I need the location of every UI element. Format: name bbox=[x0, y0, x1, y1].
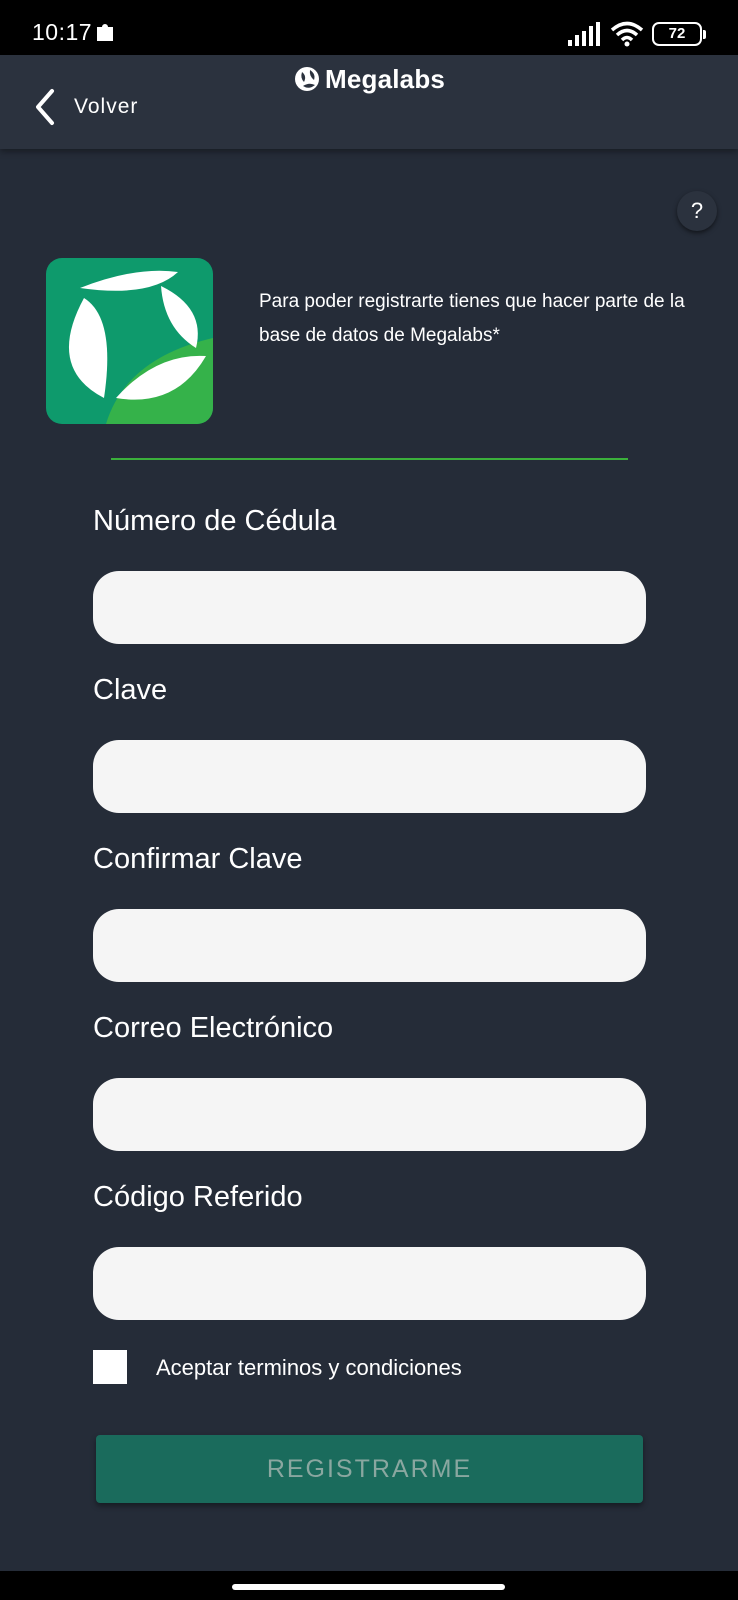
brand-logo: Megalabs bbox=[294, 59, 445, 99]
confirmar-clave-input[interactable] bbox=[93, 909, 646, 982]
back-label: Volver bbox=[74, 95, 139, 118]
megalabs-app-logo bbox=[46, 258, 213, 424]
terms-label: Aceptar terminos y condiciones bbox=[156, 1355, 462, 1380]
app-header: Volver Megalabs bbox=[0, 55, 738, 149]
clave-input[interactable] bbox=[93, 740, 646, 813]
intro-text: Para poder registrarte tienes que hacer … bbox=[259, 291, 685, 346]
correo-label: Correo Electrónico bbox=[93, 1012, 334, 1044]
brand-name: Megalabs bbox=[325, 63, 446, 94]
register-button[interactable]: REGISTRARME bbox=[96, 1435, 643, 1503]
codigo-referido-input[interactable] bbox=[93, 1247, 646, 1320]
correo-input[interactable] bbox=[93, 1078, 646, 1151]
status-time: 10:17 bbox=[32, 19, 93, 45]
megalabs-logo-icon bbox=[295, 67, 319, 91]
puzzle-icon bbox=[97, 24, 113, 41]
back-button[interactable]: Volver bbox=[30, 85, 138, 129]
battery-level: 72 bbox=[668, 25, 686, 42]
wifi-icon bbox=[610, 21, 644, 47]
help-button[interactable]: ? bbox=[677, 191, 717, 231]
cedula-label: Número de Cédula bbox=[93, 505, 337, 537]
divider bbox=[111, 458, 628, 460]
terms-checkbox[interactable] bbox=[93, 1350, 127, 1384]
clave-label: Clave bbox=[93, 674, 168, 706]
confirmar-clave-label: Confirmar Clave bbox=[93, 843, 303, 875]
battery-icon: 72 bbox=[652, 22, 706, 46]
signal-icon bbox=[568, 22, 600, 46]
chevron-left-icon bbox=[36, 89, 54, 125]
cedula-input[interactable] bbox=[93, 571, 646, 644]
codigo-referido-label: Código Referido bbox=[93, 1181, 303, 1213]
home-indicator[interactable] bbox=[232, 1584, 505, 1590]
status-bar: 10:17 72 bbox=[0, 0, 738, 55]
